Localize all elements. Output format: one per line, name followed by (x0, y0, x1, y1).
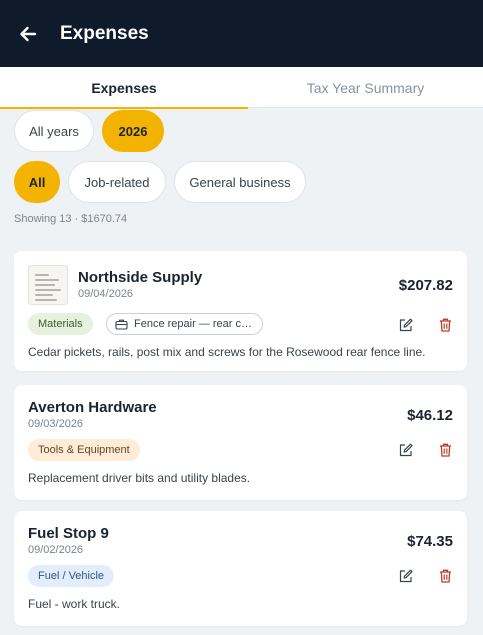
expense-note: Fuel - work truck. (28, 597, 121, 611)
trash-icon (439, 318, 451, 332)
trash-icon (439, 569, 451, 583)
expense-card[interactable]: Fuel Stop 9 09/02/2026 $74.35 Fuel / Veh… (14, 511, 467, 626)
delete-button[interactable] (436, 316, 454, 334)
expense-date: 09/02/2026 (28, 544, 84, 556)
expense-amount: $207.82 (398, 277, 453, 294)
filter-general-business[interactable]: General business (174, 161, 306, 203)
edit-icon (399, 318, 413, 332)
tab-expenses[interactable]: Expenses (0, 67, 248, 109)
category-badge: Fuel / Vehicle (28, 565, 115, 587)
page-title: Expenses (60, 22, 149, 44)
edit-icon (399, 569, 413, 583)
type-filter-row: All Job-related General business (14, 161, 306, 203)
vendor-name: Fuel Stop 9 (28, 525, 109, 542)
expense-note: Cedar pickets, rails, post mix and screw… (28, 345, 426, 359)
expense-date: 09/03/2026 (28, 418, 84, 430)
trash-icon (439, 443, 451, 457)
edit-button[interactable] (397, 567, 415, 585)
expense-note: Replacement driver bits and utility blad… (28, 471, 251, 485)
vendor-name: Averton Hardware (28, 399, 157, 416)
tab-bar: Expenses Tax Year Summary (0, 67, 483, 109)
filter-all[interactable]: All (14, 161, 60, 203)
filter-year-2026[interactable]: 2026 (102, 110, 164, 152)
expense-amount: $46.12 (407, 407, 453, 424)
job-link-chip[interactable]: Fence repair — rear c… (106, 313, 263, 335)
category-badge: Materials (28, 313, 93, 335)
filter-job-related[interactable]: Job-related (68, 161, 166, 203)
edit-button[interactable] (397, 441, 415, 459)
app-bar: Expenses (0, 0, 483, 67)
filter-all-years[interactable]: All years (14, 110, 94, 152)
edit-button[interactable] (397, 316, 415, 334)
delete-button[interactable] (436, 441, 454, 459)
expense-card[interactable]: Averton Hardware 09/03/2026 $46.12 Tools… (14, 385, 467, 500)
results-summary: Showing 13 · $1670.74 (14, 213, 128, 225)
category-badge: Tools & Equipment (28, 439, 140, 461)
expense-date: 09/04/2026 (78, 288, 134, 300)
back-button[interactable] (16, 22, 40, 46)
vendor-name: Northside Supply (78, 269, 203, 286)
edit-icon (399, 443, 413, 457)
expense-card[interactable]: Northside Supply 09/04/2026 $207.82 Mate… (14, 251, 467, 371)
job-name: Fence repair — rear c… (134, 318, 252, 330)
year-filter-row: All years 2026 (14, 110, 164, 152)
arrow-left-icon (20, 26, 37, 41)
receipt-thumbnail[interactable] (28, 265, 68, 305)
briefcase-icon (115, 319, 128, 330)
tab-tax-year-summary[interactable]: Tax Year Summary (248, 67, 483, 108)
expense-amount: $74.35 (407, 533, 453, 550)
delete-button[interactable] (436, 567, 454, 585)
